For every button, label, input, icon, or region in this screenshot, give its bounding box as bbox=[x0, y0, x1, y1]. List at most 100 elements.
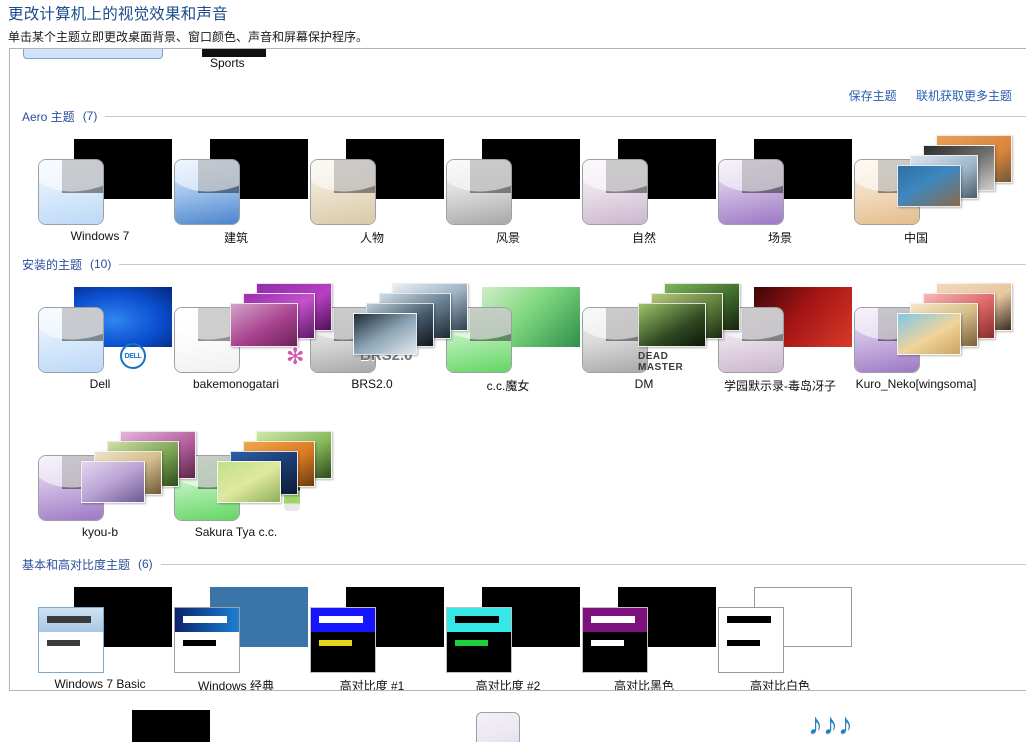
preview-body bbox=[311, 632, 375, 672]
theme-label: Kuro_Neko[wingsoma] bbox=[855, 377, 977, 391]
theme-thumbnail[interactable] bbox=[436, 133, 580, 233]
page-subtitle: 单击某个主题立即更改桌面背景、窗口颜色、声音和屏幕保护程序。 bbox=[8, 30, 369, 44]
theme-thumbnail[interactable]: ✻ bbox=[164, 281, 332, 381]
preview-body bbox=[719, 632, 783, 672]
theme-thumbnail[interactable] bbox=[572, 581, 716, 681]
theme-window-preview[interactable] bbox=[174, 607, 240, 673]
theme-wallpaper-stack[interactable] bbox=[884, 133, 1012, 211]
get-more-themes-online-link[interactable]: 联机获取更多主题 bbox=[916, 89, 1012, 103]
section-title-aero: Aero 主题 bbox=[22, 109, 75, 124]
wallpaper-sheet bbox=[897, 313, 961, 355]
theme-item[interactable]: 场景 bbox=[708, 133, 852, 257]
theme-thumbnail[interactable] bbox=[28, 581, 172, 681]
theme-item[interactable]: 自然 bbox=[572, 133, 716, 257]
theme-thumbnail[interactable] bbox=[28, 133, 172, 233]
dell-logo-icon: DELL bbox=[120, 343, 146, 369]
theme-item[interactable]: 建筑 bbox=[164, 133, 308, 257]
theme-item[interactable]: 中国 bbox=[844, 133, 1012, 257]
preview-body bbox=[447, 632, 511, 672]
theme-label: 高对比白色 bbox=[749, 679, 810, 691]
theme-aero-preview[interactable] bbox=[174, 159, 240, 225]
preview-body bbox=[39, 632, 103, 672]
theme-item[interactable]: DEAD MASTER DM bbox=[572, 281, 740, 405]
theme-item[interactable]: 高对比白色 bbox=[708, 581, 852, 690]
clipped-theme-row: Sports bbox=[10, 49, 1026, 71]
theme-thumbnail[interactable] bbox=[708, 133, 852, 233]
clipped-theme-label: Sports bbox=[210, 56, 245, 70]
save-theme-link[interactable]: 保存主题 bbox=[849, 89, 897, 103]
preview-title-text-bar bbox=[590, 615, 636, 623]
theme-item[interactable]: 高对比度 #2 bbox=[436, 581, 580, 690]
wallpaper-sheet bbox=[353, 313, 417, 355]
theme-aero-preview[interactable] bbox=[582, 159, 648, 225]
theme-wallpaper-stack[interactable] bbox=[68, 429, 196, 507]
theme-aero-preview[interactable] bbox=[38, 307, 104, 373]
preview-body-text-bar bbox=[46, 640, 80, 647]
dead-master-watermark: DEAD MASTER bbox=[638, 351, 684, 373]
preview-body-text-bar bbox=[182, 640, 216, 647]
section-count-installed: (10) bbox=[90, 257, 112, 271]
theme-item[interactable]: Windows 7 Basic bbox=[28, 581, 172, 690]
theme-thumbnail[interactable] bbox=[28, 429, 196, 529]
theme-item[interactable]: Windows 经典 bbox=[164, 581, 308, 690]
section-header-installed: 安装的主题 (10) bbox=[22, 256, 1026, 272]
section-title-installed: 安装的主题 bbox=[22, 257, 83, 272]
desktop-background-swatch[interactable] bbox=[132, 710, 210, 742]
wallpaper-sheet bbox=[638, 303, 706, 347]
theme-thumbnail[interactable] bbox=[164, 133, 308, 233]
theme-window-preview[interactable] bbox=[582, 607, 648, 673]
panel-links: 保存主题 联机获取更多主题 bbox=[833, 87, 1012, 104]
theme-item[interactable]: kyou-b bbox=[28, 429, 196, 553]
section-rule bbox=[105, 115, 1026, 117]
theme-item[interactable]: 人物 bbox=[300, 133, 444, 257]
preview-body-text-bar bbox=[318, 640, 352, 647]
music-notes-icon[interactable]: ♪♪♪ bbox=[808, 710, 853, 740]
preview-title-text-bar bbox=[46, 615, 92, 623]
theme-thumbnail[interactable] bbox=[572, 133, 716, 233]
section-count-basic: (6) bbox=[138, 557, 153, 571]
theme-window-preview[interactable] bbox=[446, 607, 512, 673]
theme-thumbnail[interactable]: DEAD MASTER bbox=[572, 281, 740, 381]
theme-window-preview[interactable] bbox=[38, 607, 104, 673]
theme-item[interactable]: ✻ bakemonogatari bbox=[164, 281, 332, 405]
window-color-item[interactable] bbox=[440, 700, 590, 742]
theme-item[interactable]: Windows 7 bbox=[28, 133, 172, 257]
sounds-item[interactable]: ♪♪♪ bbox=[780, 700, 930, 742]
selected-theme-highlight[interactable] bbox=[23, 49, 163, 59]
theme-thumbnail[interactable] bbox=[844, 133, 1012, 233]
theme-wallpaper-stack[interactable] bbox=[340, 281, 468, 359]
section-header-aero: Aero 主题 (7) bbox=[22, 108, 1026, 124]
theme-item[interactable]: Kuro_Neko[wingsoma] bbox=[844, 281, 1012, 405]
themes-scroll-panel[interactable]: Sports 保存主题 联机获取更多主题 Aero 主题 (7) Windows… bbox=[9, 48, 1026, 691]
preview-body-text-bar bbox=[454, 640, 488, 647]
theme-thumbnail[interactable] bbox=[300, 133, 444, 233]
theme-wallpaper-stack[interactable] bbox=[884, 281, 1012, 359]
theme-window-preview[interactable] bbox=[718, 607, 784, 673]
preview-title-text-bar bbox=[726, 615, 772, 623]
theme-window-preview[interactable] bbox=[310, 607, 376, 673]
theme-label: 中国 bbox=[903, 231, 928, 245]
desktop-background-item[interactable] bbox=[120, 700, 270, 742]
theme-item[interactable]: DELL Dell bbox=[28, 281, 172, 405]
theme-thumbnail[interactable] bbox=[708, 581, 852, 681]
theme-aero-preview[interactable] bbox=[310, 159, 376, 225]
preview-body bbox=[583, 632, 647, 672]
theme-thumbnail[interactable] bbox=[300, 581, 444, 681]
theme-aero-preview[interactable] bbox=[718, 159, 784, 225]
theme-aero-preview[interactable] bbox=[38, 159, 104, 225]
theme-label: Sakura Tya c.c. bbox=[194, 525, 278, 539]
theme-row-basic: Windows 7 Basic Windows 经典 高对比度 #1 高对比度 #2 高… bbox=[10, 581, 1026, 690]
wallpaper-sheet bbox=[81, 461, 145, 503]
theme-item[interactable]: 风景 bbox=[436, 133, 580, 257]
theme-item[interactable]: 高对比度 #1 bbox=[300, 581, 444, 690]
preview-title-text-bar bbox=[182, 615, 228, 623]
theme-thumbnail[interactable] bbox=[844, 281, 1012, 381]
section-title-basic: 基本和高对比度主题 bbox=[22, 557, 131, 572]
theme-thumbnail[interactable] bbox=[436, 581, 580, 681]
theme-row-aero: Windows 7 建筑 人物 风景 自然 场景中国 bbox=[10, 133, 1026, 257]
window-color-swatch[interactable] bbox=[476, 712, 520, 742]
theme-aero-preview[interactable] bbox=[446, 159, 512, 225]
theme-thumbnail[interactable] bbox=[164, 581, 308, 681]
theme-thumbnail[interactable]: DELL bbox=[28, 281, 172, 381]
theme-item[interactable]: 高对比黑色 bbox=[572, 581, 716, 690]
